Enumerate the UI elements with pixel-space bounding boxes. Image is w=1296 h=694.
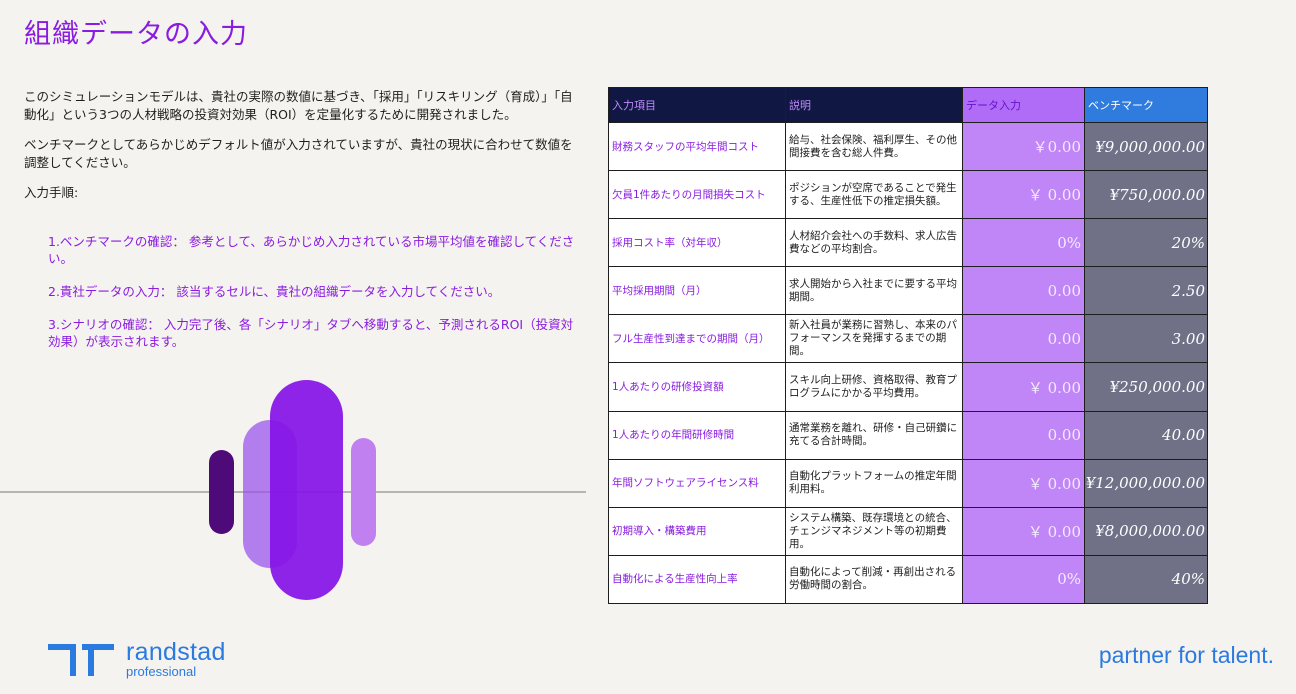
table-row: 平均採用期間（月） 求人開始から入社までに要する平均期間。 0.00 2.50: [608, 266, 1208, 316]
row-item-label: フル生産性到達までの期間（月）: [608, 314, 786, 364]
table-row: 初期導入・構築費用 システム構築、既存環境との統合、チェンジマネジメント等の初期…: [608, 506, 1208, 556]
input-steps: 1.ベンチマークの確認： 参考として、あらかじめ入力されている市場平均値を確認し…: [48, 233, 578, 366]
data-input-cell[interactable]: ￥ 0.00: [962, 506, 1085, 556]
data-input-cell[interactable]: ￥ 0.00: [962, 170, 1085, 220]
row-description: 自動化によって削減・再創出される労働時間の割合。: [785, 554, 963, 604]
input-table: 入力項目 説明 データ入力 ベンチマーク 財務スタッフの平均年間コスト 給与、社…: [608, 87, 1208, 604]
logo-name: randstad: [126, 638, 226, 666]
data-input-cell[interactable]: ￥ 0.00: [962, 362, 1085, 412]
row-description: 人材紹介会社への手数料、求人広告費などの平均割合。: [785, 218, 963, 268]
benchmark-cell: ¥9,000,000.00: [1084, 121, 1208, 172]
intro-text: このシミュレーションモデルは、貴社の実際の数値に基づき、「採用」「リスキリング（…: [24, 88, 580, 214]
row-item-label: 1人あたりの研修投資額: [608, 362, 786, 412]
page-title: 組織データの入力: [24, 19, 248, 50]
randstad-logo: randstad professional: [48, 640, 226, 680]
data-input-cell[interactable]: 0.00: [962, 266, 1085, 316]
data-input-cell[interactable]: 0%: [962, 554, 1085, 604]
row-description: 通常業務を離れ、研修・自己研鑽に充てる合計時間。: [785, 410, 963, 460]
row-description: スキル向上研修、資格取得、教育プログラムにかかる平均費用。: [785, 362, 963, 412]
benchmark-cell: ¥750,000.00: [1084, 170, 1208, 220]
randstad-mark-icon: [48, 644, 114, 676]
row-item-label: 財務スタッフの平均年間コスト: [608, 121, 786, 172]
benchmark-cell: ¥8,000,000.00: [1084, 506, 1208, 556]
table-row: 自動化による生産性向上率 自動化によって削減・再創出される労働時間の割合。 0%…: [608, 554, 1208, 604]
row-description: 求人開始から入社までに要する平均期間。: [785, 266, 963, 316]
header-data-input: データ入力: [962, 87, 1085, 123]
header-description: 説明: [785, 87, 963, 123]
step-3: 3.シナリオの確認： 入力完了後、各「シナリオ」タブへ移動すると、予測されるRO…: [48, 317, 574, 349]
row-description: 自動化プラットフォームの推定年間利用料。: [785, 458, 963, 508]
benchmark-cell: 20%: [1084, 218, 1208, 268]
data-input-cell[interactable]: ￥0.00: [962, 121, 1085, 172]
decorative-bar: [351, 438, 376, 546]
table-row: 1人あたりの研修投資額 スキル向上研修、資格取得、教育プログラムにかかる平均費用…: [608, 362, 1208, 412]
row-description: システム構築、既存環境との統合、チェンジマネジメント等の初期費用。: [785, 506, 963, 556]
header-benchmark: ベンチマーク: [1084, 87, 1208, 123]
row-item-label: 年間ソフトウェアライセンス料: [608, 458, 786, 508]
row-item-label: 採用コスト率（対年収）: [608, 218, 786, 268]
step-1: 1.ベンチマークの確認： 参考として、あらかじめ入力されている市場平均値を確認し…: [48, 234, 575, 266]
table-row: 1人あたりの年間研修時間 通常業務を離れ、研修・自己研鑽に充てる合計時間。 0.…: [608, 410, 1208, 460]
row-item-label: 初期導入・構築費用: [608, 506, 786, 556]
benchmark-cell: ¥250,000.00: [1084, 362, 1208, 412]
data-input-cell[interactable]: 0%: [962, 218, 1085, 268]
table-row: フル生産性到達までの期間（月） 新入社員が業務に習熟し、本来のパフォーマンスを発…: [608, 314, 1208, 364]
tagline: partner for talent.: [1098, 642, 1274, 668]
intro-paragraph-2: ベンチマークとしてあらかじめデフォルト値が入力されていますが、貴社の現状に合わせ…: [24, 137, 573, 170]
table-row: 財務スタッフの平均年間コスト 給与、社会保険、福利厚生、その他間接費を含む総人件…: [608, 121, 1208, 172]
table-row: 年間ソフトウェアライセンス料 自動化プラットフォームの推定年間利用料。 ￥ 0.…: [608, 458, 1208, 508]
row-item-label: 平均採用期間（月）: [608, 266, 786, 316]
benchmark-cell: 3.00: [1084, 314, 1208, 364]
benchmark-cell: 40.00: [1084, 410, 1208, 460]
row-description: ポジションが空席であることで発生する、生産性低下の推定損失額。: [785, 170, 963, 220]
benchmark-cell: 40%: [1084, 554, 1208, 604]
logo-subtitle: professional: [126, 664, 197, 679]
benchmark-cell: ¥12,000,000.00: [1084, 458, 1208, 508]
row-item-label: 自動化による生産性向上率: [608, 554, 786, 604]
decorative-bar: [270, 380, 343, 600]
table-header-row: 入力項目 説明 データ入力 ベンチマーク: [608, 87, 1208, 123]
intro-paragraph-1: このシミュレーションモデルは、貴社の実際の数値に基づき、「採用」「リスキリング（…: [24, 89, 573, 122]
row-item-label: 1人あたりの年間研修時間: [608, 410, 786, 460]
row-description: 給与、社会保険、福利厚生、その他間接費を含む総人件費。: [785, 121, 963, 172]
steps-heading: 入力手順:: [24, 185, 79, 200]
table-row: 採用コスト率（対年収） 人材紹介会社への手数料、求人広告費などの平均割合。 0%…: [608, 218, 1208, 268]
data-input-cell[interactable]: ￥ 0.00: [962, 458, 1085, 508]
data-input-cell[interactable]: 0.00: [962, 410, 1085, 460]
table-row: 欠員1件あたりの月間損失コスト ポジションが空席であることで発生する、生産性低下…: [608, 170, 1208, 220]
benchmark-cell: 2.50: [1084, 266, 1208, 316]
header-input-item: 入力項目: [608, 87, 786, 123]
step-2: 2.貴社データの入力： 該当するセルに、貴社の組織データを入力してください。: [48, 284, 501, 299]
decorative-bar: [209, 450, 234, 534]
row-description: 新入社員が業務に習熟し、本来のパフォーマンスを発揮するまでの期間。: [785, 314, 963, 364]
row-item-label: 欠員1件あたりの月間損失コスト: [608, 170, 786, 220]
data-input-cell[interactable]: 0.00: [962, 314, 1085, 364]
